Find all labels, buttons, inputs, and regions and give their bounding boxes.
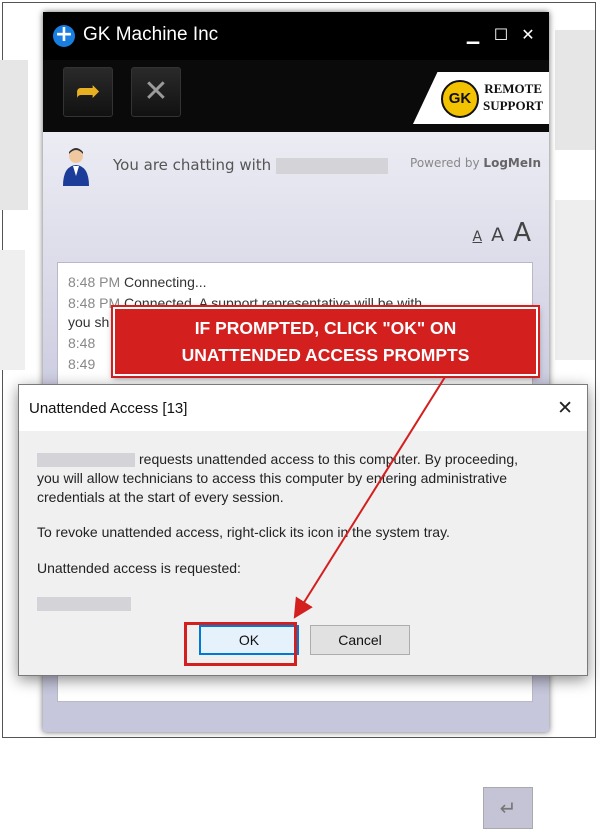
callout-arrow — [293, 376, 446, 619]
send-button[interactable]: ↵ — [483, 787, 533, 829]
